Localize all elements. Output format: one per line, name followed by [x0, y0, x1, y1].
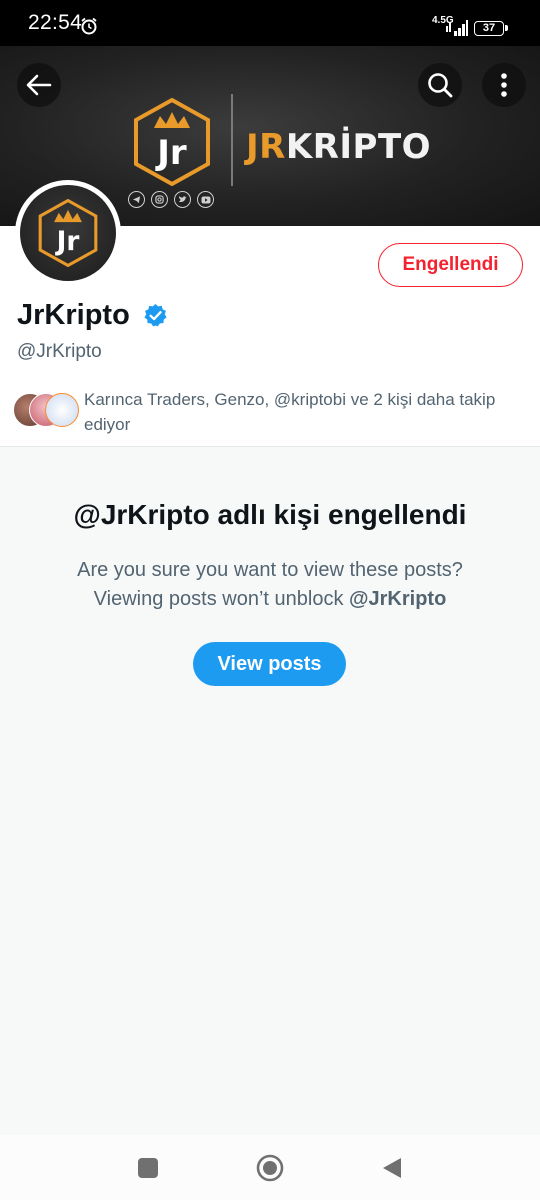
display-name: JrKripto	[17, 299, 130, 331]
instagram-icon	[151, 191, 168, 208]
back-triangle-icon[interactable]	[381, 1156, 403, 1180]
alarm-icon	[81, 17, 97, 35]
blocked-description-line2: Viewing posts won’t unblock @JrKripto	[0, 585, 540, 614]
avatar-image: Jr	[20, 185, 116, 281]
back-button[interactable]	[17, 63, 61, 107]
blocked-description-handle: @JrKripto	[349, 588, 447, 610]
blocked-description-line1: Are you sure you want to view these post…	[77, 559, 463, 581]
banner-divider	[231, 94, 233, 186]
followed-by-text[interactable]: Karınca Traders, Genzo, @kriptobi ve 2 k…	[84, 387, 524, 437]
view-posts-button[interactable]: View posts	[193, 642, 346, 686]
back-arrow-icon	[26, 74, 52, 96]
brand-suffix: KRİPTO	[285, 127, 432, 167]
recents-square-icon[interactable]	[138, 1158, 158, 1178]
follower-avatar	[45, 393, 79, 427]
followers-avatars[interactable]	[13, 393, 79, 427]
search-button[interactable]	[418, 63, 462, 107]
telegram-icon	[128, 191, 145, 208]
search-icon	[428, 73, 453, 98]
blocked-button[interactable]: Engellendi	[378, 243, 523, 287]
banner-brand-text: JRKRİPTO	[246, 129, 431, 165]
more-button[interactable]	[482, 63, 526, 107]
status-time: 22:54	[28, 11, 83, 34]
system-nav-bar	[0, 1135, 540, 1200]
avatar-logo: Jr	[38, 199, 98, 267]
more-vertical-icon	[501, 73, 507, 97]
blocked-notice-panel: @JrKripto adlı kişi engellendi Are you s…	[0, 447, 540, 1135]
blocked-title: @JrKripto adlı kişi engellendi	[73, 499, 467, 530]
battery-icon: 37	[474, 21, 508, 36]
avatar-logo-text: Jr	[55, 227, 80, 257]
profile-handle: @JrKripto	[17, 341, 102, 362]
blocked-description: Are you sure you want to view these post…	[0, 556, 540, 614]
social-icons-row	[128, 191, 214, 208]
blocked-description-line2-text: Viewing posts won’t unblock	[93, 588, 350, 610]
signal-icon	[446, 20, 468, 36]
home-circle-icon[interactable]	[256, 1154, 284, 1182]
brand-logo: Jr	[134, 98, 210, 186]
status-bar: 22:54 4.5G 37	[0, 0, 540, 46]
brand-prefix: JR	[246, 127, 286, 167]
profile-avatar[interactable]: Jr	[15, 180, 121, 286]
logo-text: Jr	[155, 133, 187, 173]
twitter-icon	[174, 191, 191, 208]
verified-badge-icon	[144, 304, 167, 327]
youtube-icon	[197, 191, 214, 208]
